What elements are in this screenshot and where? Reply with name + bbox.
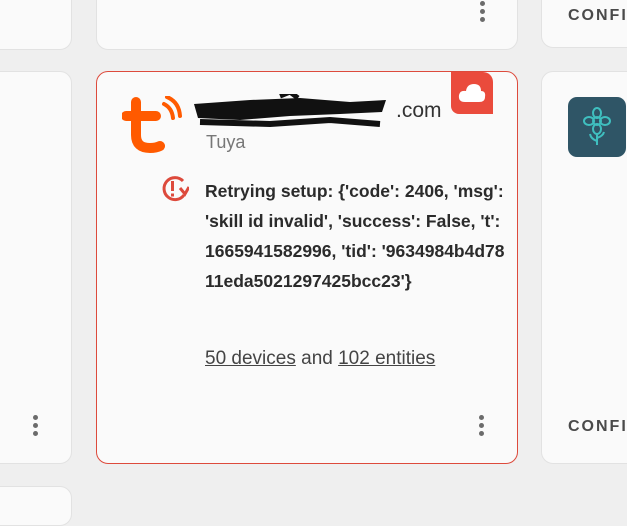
setup-retry-icon: [162, 176, 189, 202]
integration-card-bottom-left: [0, 486, 72, 526]
configure-button[interactable]: CONFI: [568, 7, 627, 25]
redaction-scribble: [194, 94, 386, 128]
account-name: .com: [396, 99, 442, 122]
card-menu-button[interactable]: [478, 415, 484, 441]
configure-button[interactable]: CONFI: [568, 418, 627, 436]
setup-error-message: Retrying setup: {'code': 2406, 'msg': 's…: [205, 181, 505, 291]
tuya-integration-card: .com Tuya Retrying setup: {'code': 2406,…: [96, 71, 518, 464]
tuya-logo-icon: [122, 96, 182, 154]
integration-card-top-middle: [96, 0, 518, 50]
integration-card-top-right: CONFI: [541, 0, 627, 48]
cloud-icon: [451, 72, 493, 114]
integration-card-left: [0, 71, 72, 464]
integration-name: Tuya: [206, 132, 246, 152]
devices-link[interactable]: 50 devices: [205, 348, 296, 369]
card-menu-button[interactable]: [479, 1, 485, 27]
entities-link[interactable]: 102 entities: [338, 348, 435, 369]
and-text: and: [301, 348, 333, 369]
flower-icon: [568, 97, 626, 157]
card-menu-button[interactable]: [32, 415, 38, 441]
entity-summary: 50 devices and 102 entities: [205, 348, 435, 370]
integration-card-top-left: [0, 0, 72, 50]
